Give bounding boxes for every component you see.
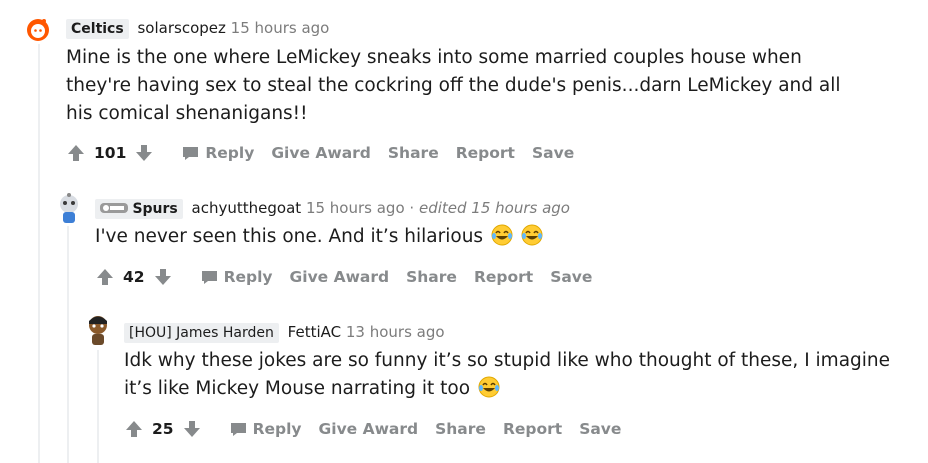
tears-of-joy-emoji-icon [478,376,500,398]
speech-bubble-icon [230,422,246,436]
vote-score: 25 [152,420,174,438]
comment-3: [HOU] James Harden FettiAC 13 hours ago … [0,0,928,463]
reply-label: Reply [252,420,302,438]
comment-text: it’s like Mickey Mouse narrating it too [124,378,471,399]
comment-actions: 25 Reply Give Award Share Report Save [124,417,621,441]
snoo-avatar-icon[interactable] [84,314,112,346]
timestamp[interactable]: 13 hours ago [346,323,445,341]
give-award-button[interactable]: Give Award [319,420,419,438]
save-button[interactable]: Save [579,420,621,438]
user-flair: [HOU] James Harden [124,323,279,343]
comment-text-line-2: it’s like Mickey Mouse narrating it too [124,375,904,403]
comment-meta: [HOU] James Harden FettiAC 13 hours ago [124,321,445,343]
comment-body: Idk why these jokes are so funny it’s so… [124,347,904,403]
share-button[interactable]: Share [435,420,486,438]
reply-button[interactable]: Reply [230,420,302,438]
downvote-arrow-icon[interactable] [182,419,202,439]
report-button[interactable]: Report [503,420,562,438]
username-link[interactable]: FettiAC [288,323,341,341]
comment-text-line-1: Idk why these jokes are so funny it’s so… [124,350,891,371]
upvote-arrow-icon[interactable] [124,419,144,439]
